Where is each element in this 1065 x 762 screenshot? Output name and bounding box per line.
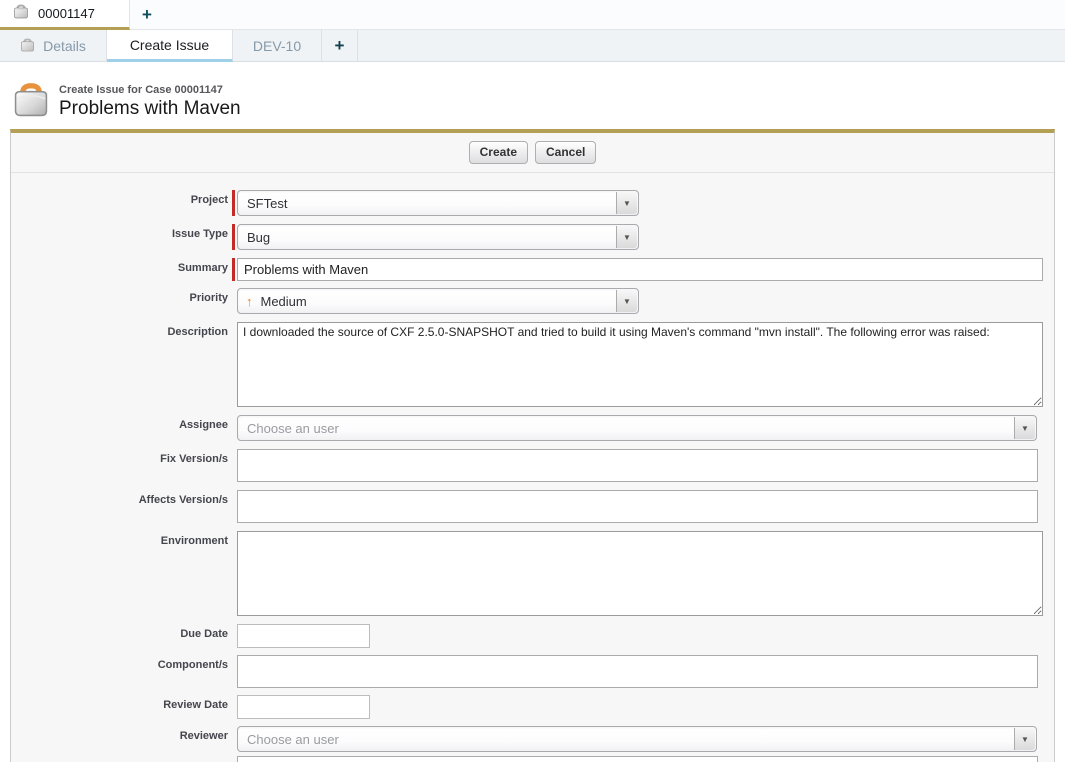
page-title: Problems with Maven [59,98,241,120]
reviewer-label: Reviewer [11,726,232,742]
field-row-priority: Priority ↑ Medium ▼ [11,288,1054,314]
subtab-label: Details [43,38,86,54]
field-row-summary: Summary [11,258,1054,281]
reviewer-select[interactable]: Choose an user ▼ [237,726,1037,752]
page-context-label: Create Issue for Case 00001147 [59,84,241,96]
chevron-down-icon[interactable]: ▼ [1014,728,1035,750]
project-select[interactable]: SFTest ▼ [237,190,639,216]
review-date-input[interactable] [237,695,370,719]
chevron-down-icon[interactable]: ▼ [1014,417,1035,439]
console-tab-bar: 00001147 + [0,0,1065,30]
field-row-fix-versions: Fix Version/s [11,449,1054,482]
case-icon [13,4,29,24]
create-issue-panel: Create Cancel Project SFTest ▼ Issue Typ… [10,129,1055,762]
description-textarea[interactable]: I downloaded the source of CXF 2.5.0-SNA… [237,322,1043,407]
subtab-label: Create Issue [130,37,209,53]
chevron-down-icon[interactable]: ▼ [616,192,637,214]
components-input[interactable] [237,655,1038,688]
fix-versions-input[interactable] [237,449,1038,482]
case-icon [20,38,35,55]
chevron-down-icon[interactable]: ▼ [616,226,637,248]
project-label: Project [11,190,232,206]
priority-label: Priority [11,288,232,304]
due-date-input[interactable] [237,624,370,648]
create-issue-form: Project SFTest ▼ Issue Type Bug ▼ Summar… [11,173,1054,762]
subtab-label: DEV-10 [253,38,301,54]
console-tab-case[interactable]: 00001147 [0,0,130,30]
assignee-label: Assignee [11,415,232,431]
subtab-create-issue[interactable]: Create Issue [107,30,233,62]
field-row-components: Component/s [11,655,1054,688]
issue-type-label: Issue Type [11,224,232,240]
field-row-reviewer: Reviewer Choose an user ▼ [11,726,1054,752]
due-date-label: Due Date [11,624,232,640]
priority-select[interactable]: ↑ Medium ▼ [237,288,639,314]
environment-textarea[interactable] [237,531,1043,616]
page-header: Create Issue for Case 00001147 Problems … [12,82,241,123]
cancel-button[interactable]: Cancel [535,141,596,164]
form-action-bar: Create Cancel [11,133,1054,173]
field-row-assignee: Assignee Choose an user ▼ [11,415,1054,441]
description-label: Description [11,322,232,338]
fix-versions-label: Fix Version/s [11,449,232,465]
field-row-due-date: Due Date [11,624,1054,648]
case-icon [12,82,50,123]
create-button[interactable]: Create [469,141,528,164]
summary-label: Summary [11,258,232,274]
subtab-dev-10[interactable]: DEV-10 [233,30,322,62]
affects-versions-label: Affects Version/s [11,490,232,506]
summary-input[interactable] [237,258,1043,281]
add-console-tab-button[interactable]: + [132,0,162,29]
subtab-details[interactable]: Details [0,30,107,62]
field-row-issue-type: Issue Type Bug ▼ [11,224,1054,250]
field-row-project: Project SFTest ▼ [11,190,1054,216]
field-row-environment: Environment [11,531,1054,616]
components-label: Component/s [11,655,232,671]
field-row-review-date: Review Date [11,695,1054,719]
add-subtab-button[interactable]: + [322,30,358,61]
field-row-affects-versions: Affects Version/s [11,490,1054,523]
console-tab-label: 00001147 [38,6,95,21]
field-row-partial [11,756,1054,762]
review-date-label: Review Date [11,695,232,711]
chevron-down-icon[interactable]: ▼ [616,290,637,312]
issue-type-select[interactable]: Bug ▼ [237,224,639,250]
affects-versions-input[interactable] [237,490,1038,523]
environment-label: Environment [11,531,232,547]
subtab-bar: Details Create Issue DEV-10 + [0,30,1065,62]
field-row-description: Description I downloaded the source of C… [11,322,1054,407]
assignee-select[interactable]: Choose an user ▼ [237,415,1037,441]
partial-field-box[interactable] [237,756,1038,762]
